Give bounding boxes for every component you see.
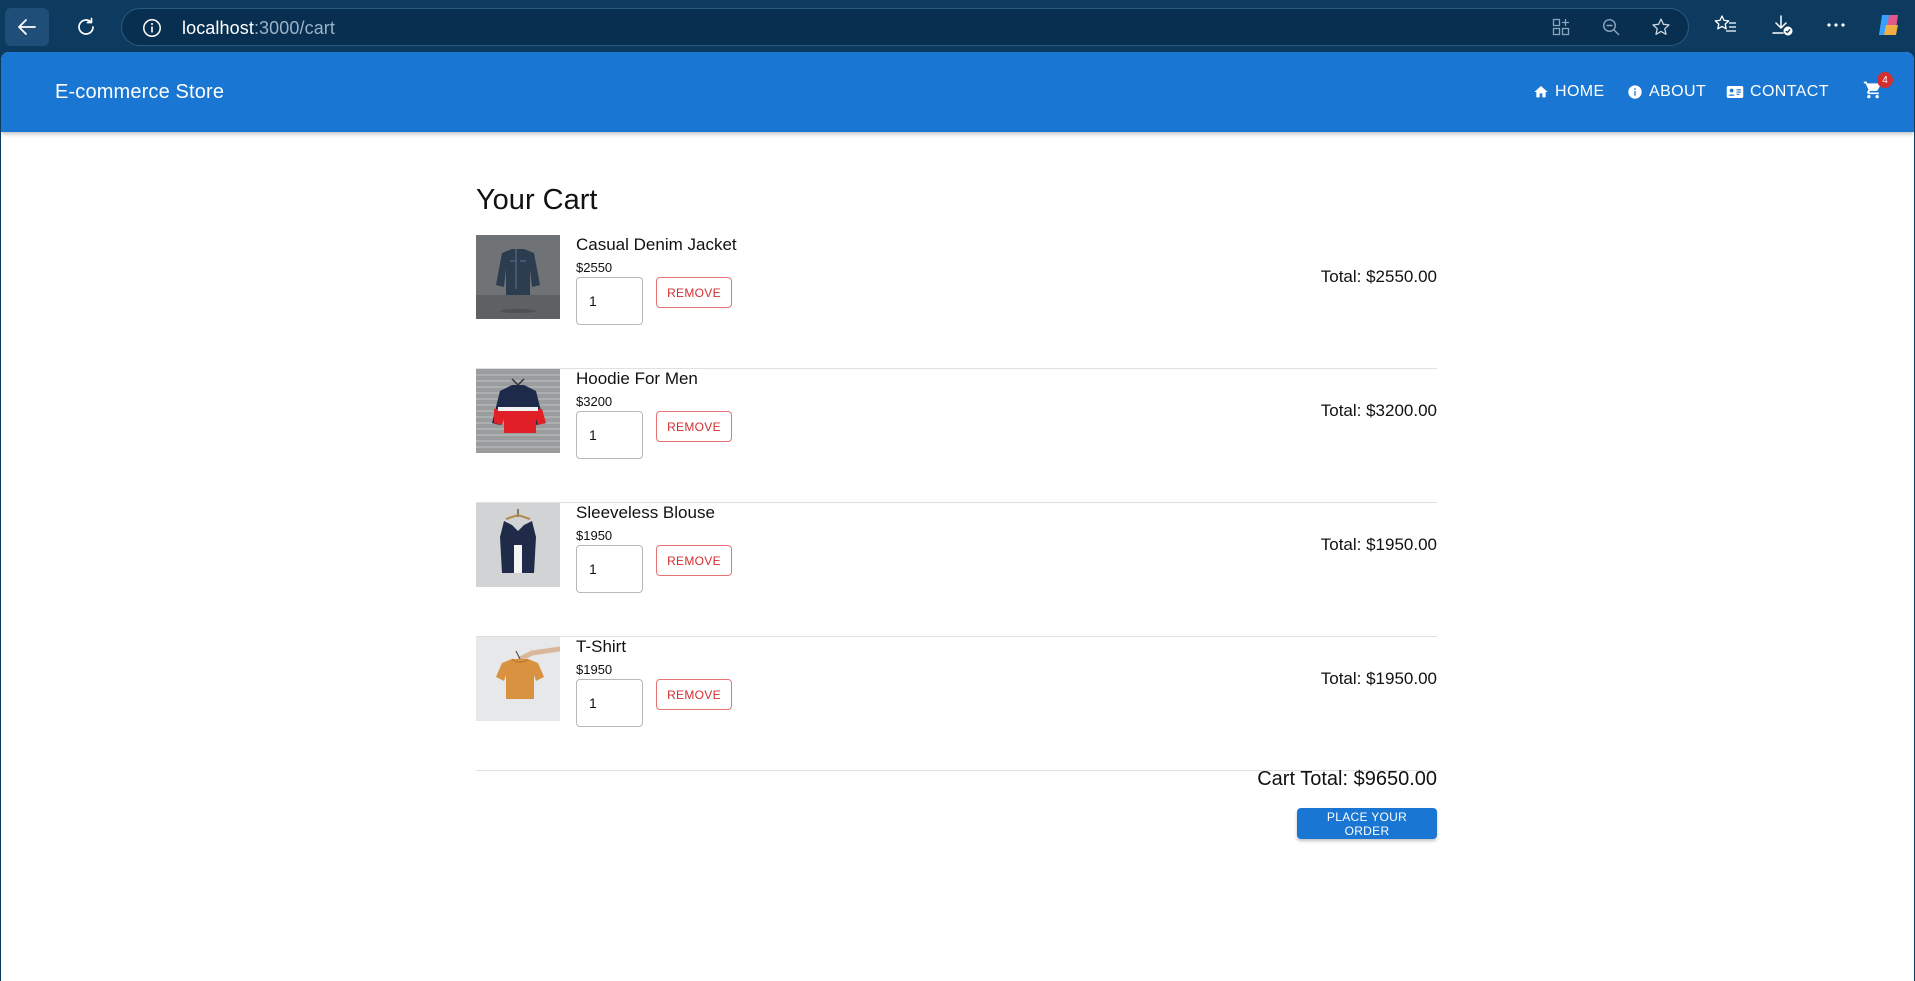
nav-about[interactable]: ABOUT [1627,80,1706,104]
quantity-input[interactable] [576,411,643,459]
nav-about-label: ABOUT [1649,83,1707,100]
item-name: Casual Denim Jacket [576,235,737,254]
cart-item: T-Shirt $1950 REMOVE Total: $1950.00 [476,637,1437,771]
back-arrow-icon [18,19,36,35]
favorites-list-icon[interactable] [1714,13,1738,37]
address-bar[interactable]: localhost:3000/cart [121,8,1689,46]
nav-home[interactable]: HOME [1533,80,1605,104]
browser-toolbar: localhost:3000/cart [0,0,1915,52]
zoom-out-icon[interactable] [1601,17,1621,37]
blouse-image [476,503,560,587]
info-icon [1628,85,1642,99]
item-price: $3200 [576,394,613,409]
tshirt-image [476,637,560,721]
copilot-icon[interactable] [1876,11,1904,39]
cart-item: Hoodie For Men $3200 REMOVE Total: $3200… [476,369,1437,503]
item-total: Total: $3200.00 [1320,401,1437,420]
cart-total: Cart Total: $9650.00 [1257,768,1437,790]
home-icon [1534,86,1548,98]
app-available-icon[interactable] [1551,17,1571,37]
cart-count-badge: 4 [1877,72,1893,88]
url-text[interactable]: localhost:3000/cart [182,18,335,39]
item-name: Sleeveless Blouse [576,503,715,522]
nav-home-label: HOME [1555,83,1605,100]
reload-icon [78,17,94,35]
remove-button[interactable]: REMOVE [656,411,732,442]
nav-contact-label: CONTACT [1750,83,1829,100]
remove-button[interactable]: REMOVE [656,679,732,710]
remove-button[interactable]: REMOVE [656,545,732,576]
item-name: Hoodie For Men [576,369,698,388]
cart-item: Sleeveless Blouse $1950 REMOVE Total: $1… [476,503,1437,637]
quantity-input[interactable] [576,277,643,325]
nav-contact[interactable]: CONTACT [1726,80,1829,104]
store-brand[interactable]: E-commerce Store [55,81,224,104]
item-price: $1950 [576,528,613,543]
downloads-icon[interactable] [1770,13,1794,37]
hoodie-image [476,369,560,453]
place-order-button[interactable]: PLACE YOUR ORDER [1297,808,1437,839]
site-info-icon[interactable] [142,18,162,38]
quantity-input[interactable] [576,679,643,727]
page-viewport: E-commerce Store HOME ABOUT CONTACT 4 Yo… [1,52,1914,981]
url-path: :3000/cart [253,18,336,38]
item-total: Total: $2550.00 [1320,267,1437,286]
remove-button[interactable]: REMOVE [656,277,732,308]
denim-jacket-image [476,235,560,319]
back-button[interactable] [5,8,49,46]
cart-button[interactable]: 4 [1863,72,1893,104]
item-total: Total: $1950.00 [1320,535,1437,554]
cart-item: Casual Denim Jacket $2550 REMOVE Total: … [476,235,1437,369]
url-host: localhost [182,18,254,38]
quantity-input[interactable] [576,545,643,593]
app-bar: E-commerce Store HOME ABOUT CONTACT 4 [1,52,1914,132]
item-name: T-Shirt [576,637,627,656]
item-price: $1950 [576,662,613,677]
reload-button[interactable] [64,8,108,46]
item-total: Total: $1950.00 [1320,669,1437,688]
contact-card-icon [1726,86,1744,98]
favorite-star-icon[interactable] [1651,17,1671,37]
page-title: Your Cart [476,184,598,216]
item-price: $2550 [576,260,613,275]
more-options-icon[interactable] [1824,13,1848,37]
